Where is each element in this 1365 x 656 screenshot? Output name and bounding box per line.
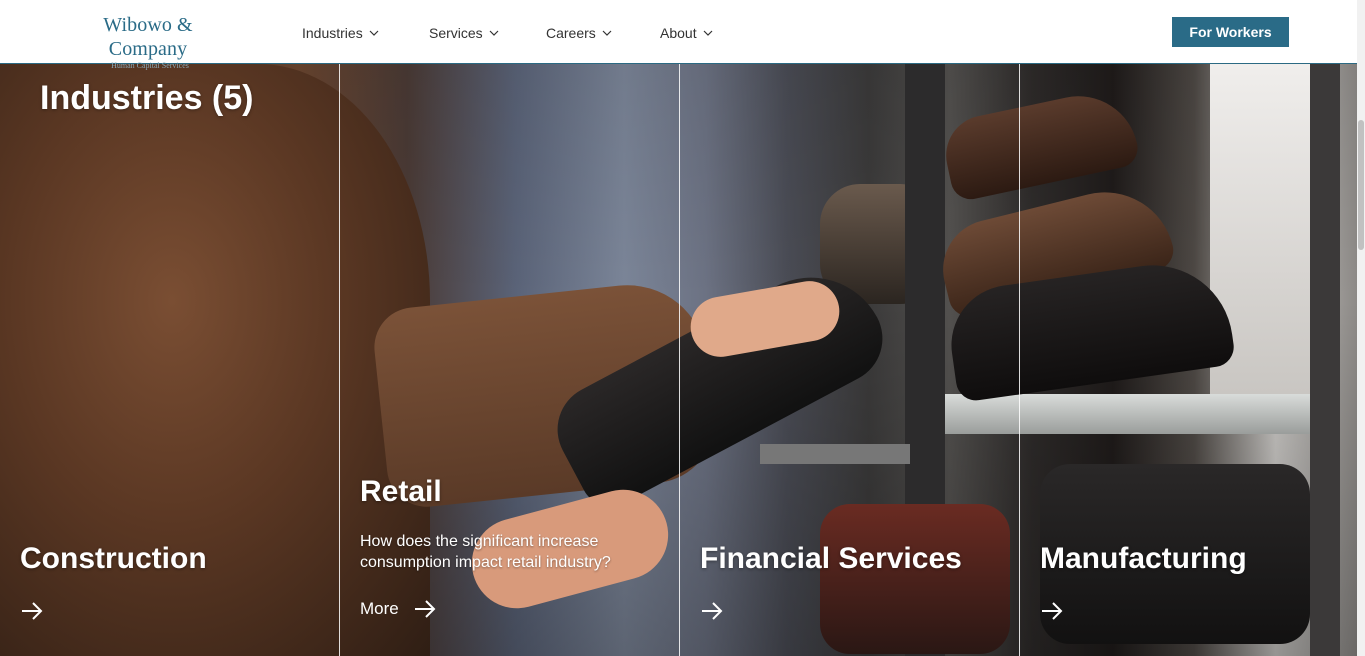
scrollbar-thumb[interactable] — [1358, 120, 1364, 250]
nav-item-industries[interactable]: Industries — [302, 24, 379, 42]
card-title-financial-services[interactable]: Financial Services — [700, 542, 962, 576]
section-title: Industries (5) — [40, 79, 254, 117]
arrow-right-icon — [414, 600, 436, 618]
arrow-right-icon[interactable] — [1040, 601, 1064, 621]
arrow-right-icon[interactable] — [700, 601, 724, 621]
page-scrollbar[interactable] — [1357, 0, 1365, 656]
nav-item-label: About — [660, 25, 697, 41]
site-header: Wibowo & Company Human Capital Services … — [0, 0, 1357, 70]
chevron-down-icon — [703, 30, 713, 36]
card-title-manufacturing[interactable]: Manufacturing — [1040, 542, 1247, 576]
nav-item-label: Industries — [302, 25, 363, 41]
card-title-construction[interactable]: Construction — [20, 542, 207, 576]
nav-item-services[interactable]: Services — [429, 24, 499, 42]
chevron-down-icon — [602, 30, 612, 36]
logo-tagline: Human Capital Services — [111, 61, 189, 70]
retail-more-link[interactable]: More — [360, 599, 437, 619]
photo-detail — [1310, 64, 1340, 656]
nav-item-careers[interactable]: Careers — [546, 24, 612, 42]
nav-item-label: Careers — [546, 25, 596, 41]
logo[interactable]: Wibowo & Company Human Capital Services — [62, 13, 234, 70]
logo-name: Wibowo & Company — [103, 14, 193, 60]
card-title-retail[interactable]: Retail — [360, 475, 442, 509]
photo-detail — [820, 504, 1010, 654]
arrow-right-icon[interactable] — [20, 601, 44, 621]
photo-detail — [760, 444, 910, 464]
card-description-retail: How does the significant increase consum… — [360, 533, 611, 571]
industries-hero: Industries (5) Construction Retail How d… — [0, 64, 1357, 656]
more-label: More — [360, 599, 399, 618]
column-divider — [1019, 64, 1020, 656]
chevron-down-icon — [369, 30, 379, 36]
photo-detail — [938, 85, 1142, 203]
chevron-down-icon — [489, 30, 499, 36]
column-divider — [679, 64, 680, 656]
column-divider — [339, 64, 340, 656]
nav-item-label: Services — [429, 25, 483, 41]
nav-item-about[interactable]: About — [660, 24, 713, 42]
photo-detail — [945, 394, 1310, 434]
for-workers-button[interactable]: For Workers — [1172, 17, 1289, 47]
